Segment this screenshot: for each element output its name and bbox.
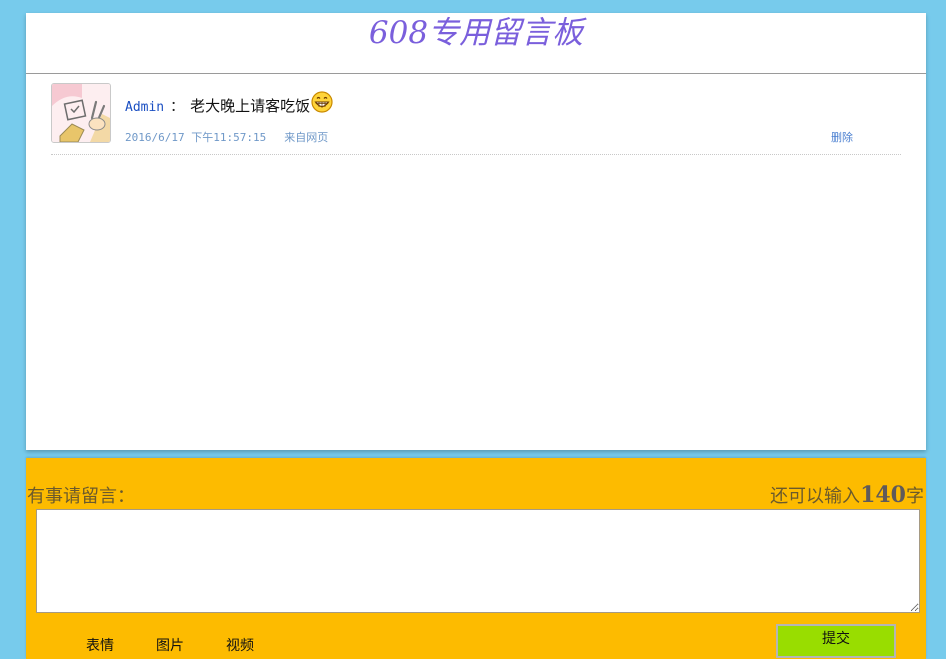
delete-link[interactable]: 删除 [831, 129, 853, 145]
message-separator: ： [170, 99, 185, 115]
emoji-button[interactable]: 表情 [86, 635, 114, 655]
message-timestamp: 2016/6/17 下午11:57:15 [125, 131, 267, 144]
compose-panel: 有事请留言： 还可以输入140字 表情 图片 视频 提交 [26, 458, 926, 659]
image-button[interactable]: 图片 [156, 635, 184, 655]
char-count-prefix: 还可以输入 [770, 486, 861, 507]
grinning-face-icon [311, 91, 333, 113]
message-textarea[interactable] [36, 509, 920, 613]
page-title: 608专用留言板 [26, 13, 926, 74]
video-button[interactable]: 视频 [226, 635, 254, 655]
avatar-image [52, 84, 110, 142]
char-count-suffix: 字 [906, 486, 924, 507]
char-count: 还可以输入140字 [770, 482, 924, 508]
message-board: 608专用留言板 Admin ： 老大晚上请客吃饭 2016/6/17 下午11:5… [26, 13, 926, 450]
message-text: 老大晚上请客吃饭 [190, 97, 311, 115]
char-count-value: 140 [860, 482, 906, 508]
compose-label: 有事请留言： [27, 486, 135, 507]
submit-button[interactable]: 提交 [776, 624, 896, 658]
message-meta: 2016/6/17 下午11:57:15 来自网页 [125, 129, 328, 145]
message-author[interactable]: Admin [125, 100, 164, 115]
message-source: 来自网页 [284, 131, 329, 144]
list-item: Admin：老大晚上请客吃饭 2016/6/17 下午11:57:15 来自网页 … [51, 83, 901, 155]
message-body: Admin ： 老大晚上请客吃饭 [125, 91, 333, 115]
avatar [51, 83, 111, 143]
